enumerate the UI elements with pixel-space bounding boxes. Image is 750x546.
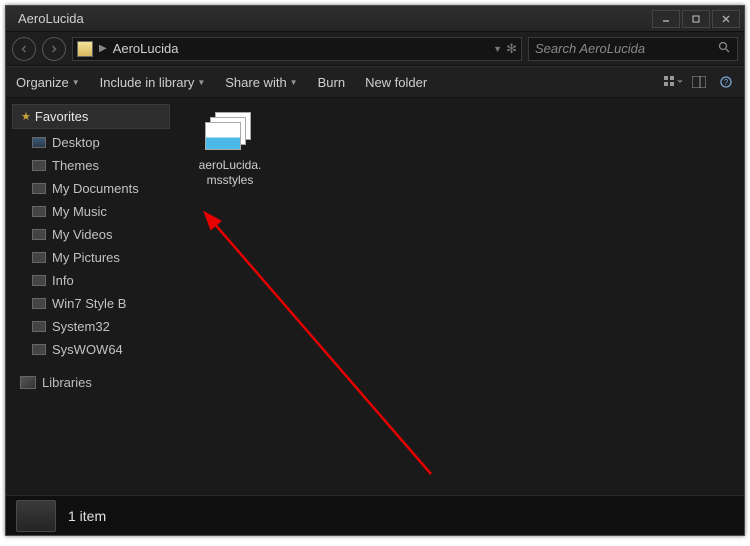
chevron-down-icon: ▼ <box>197 78 205 87</box>
chevron-down-icon[interactable]: ▼ <box>493 44 502 54</box>
sidebar-item-documents[interactable]: My Documents <box>12 177 170 200</box>
sidebar-item-music[interactable]: My Music <box>12 200 170 223</box>
window-title: AeroLucida <box>18 11 652 26</box>
sidebar-item-videos[interactable]: My Videos <box>12 223 170 246</box>
folder-icon <box>16 500 56 532</box>
chevron-down-icon: ▼ <box>72 78 80 87</box>
burn-button[interactable]: Burn <box>318 75 345 90</box>
help-icon[interactable]: ? <box>720 76 734 88</box>
chevron-down-icon: ▼ <box>290 78 298 87</box>
details-pane: 1 item <box>6 495 744 535</box>
refresh-icon[interactable]: ✻ <box>506 41 517 57</box>
item-count: 1 item <box>68 508 106 524</box>
favorites-header[interactable]: ★ Favorites <box>12 104 170 129</box>
explorer-window: AeroLucida ▶ AeroLucida ▼ ✻ <box>5 5 745 536</box>
libraries-icon <box>20 376 36 389</box>
star-icon: ★ <box>21 110 31 123</box>
minimize-button[interactable] <box>652 10 680 28</box>
folder-icon <box>32 298 46 309</box>
breadcrumb[interactable]: AeroLucida <box>113 41 179 56</box>
sidebar-item-pictures[interactable]: My Pictures <box>12 246 170 269</box>
view-options-icon[interactable] <box>664 76 678 88</box>
body: ★ Favorites Desktop Themes My Documents … <box>6 98 744 495</box>
address-bar[interactable]: ▶ AeroLucida ▼ ✻ <box>72 37 522 61</box>
nav-pane: ★ Favorites Desktop Themes My Documents … <box>12 104 170 489</box>
sidebar-item-info[interactable]: Info <box>12 269 170 292</box>
folder-icon <box>32 183 46 194</box>
sidebar-item-system32[interactable]: System32 <box>12 315 170 338</box>
sidebar-item-desktop[interactable]: Desktop <box>12 131 170 154</box>
include-in-library-button[interactable]: Include in library▼ <box>100 75 206 90</box>
file-item[interactable]: aeroLucida.msstyles <box>190 112 270 188</box>
titlebar: AeroLucida <box>6 6 744 32</box>
window-controls <box>652 10 740 28</box>
sidebar-item-themes[interactable]: Themes <box>12 154 170 177</box>
navbar: ▶ AeroLucida ▼ ✻ Search AeroLucida <box>6 32 744 66</box>
folder-icon <box>32 321 46 332</box>
folder-icon <box>32 252 46 263</box>
sidebar-item-syswow64[interactable]: SysWOW64 <box>12 338 170 361</box>
search-placeholder: Search AeroLucida <box>535 41 645 56</box>
folder-icon <box>32 160 46 171</box>
desktop-icon <box>32 137 46 148</box>
folder-icon <box>32 229 46 240</box>
command-bar: Organize▼ Include in library▼ Share with… <box>6 66 744 98</box>
favorites-list: Desktop Themes My Documents My Music My … <box>12 129 170 371</box>
organize-button[interactable]: Organize▼ <box>16 75 80 90</box>
maximize-button[interactable] <box>682 10 710 28</box>
close-button[interactable] <box>712 10 740 28</box>
svg-text:?: ? <box>724 78 729 87</box>
forward-button[interactable] <box>42 37 66 61</box>
file-label: aeroLucida.msstyles <box>194 158 266 188</box>
preview-pane-icon[interactable] <box>692 76 706 88</box>
folder-icon <box>77 41 93 57</box>
items-view[interactable]: aeroLucida.msstyles <box>176 104 738 489</box>
search-input[interactable]: Search AeroLucida <box>528 37 738 61</box>
folder-icon <box>32 206 46 217</box>
share-with-button[interactable]: Share with▼ <box>225 75 297 90</box>
folder-icon <box>32 344 46 355</box>
search-icon <box>718 41 731 57</box>
libraries-header[interactable]: Libraries <box>12 371 170 394</box>
back-button[interactable] <box>12 37 36 61</box>
new-folder-button[interactable]: New folder <box>365 75 427 90</box>
chevron-right-icon: ▶ <box>99 43 107 54</box>
folder-icon <box>32 275 46 286</box>
msstyles-icon <box>205 112 255 154</box>
sidebar-item-win7[interactable]: Win7 Style B <box>12 292 170 315</box>
annotation-arrow <box>201 204 441 484</box>
